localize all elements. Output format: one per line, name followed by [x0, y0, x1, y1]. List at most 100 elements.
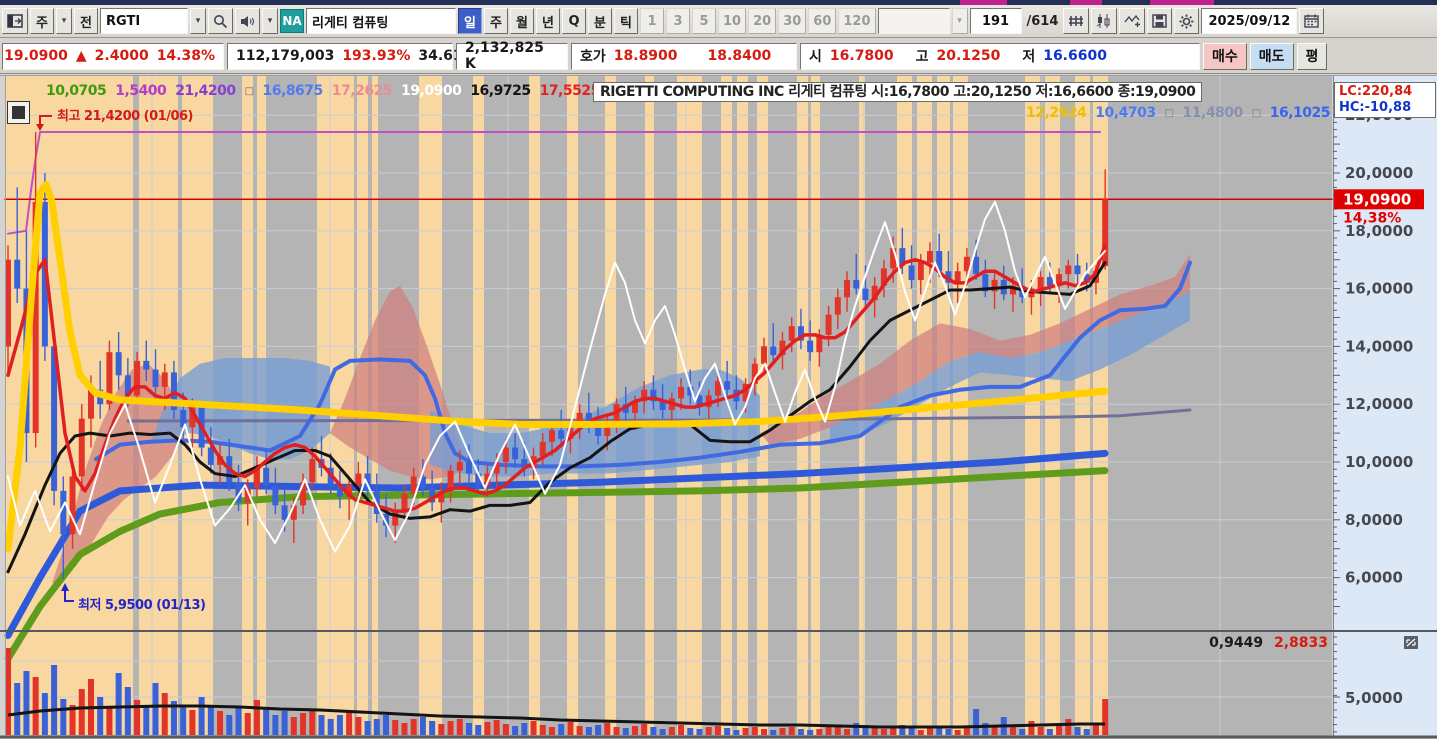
stock-name-field: 리게티 컴퓨팅: [306, 8, 456, 34]
volume-bar: [429, 721, 436, 735]
minute-button-30[interactable]: 30: [778, 8, 807, 34]
axis-price-label: 12,0000: [1345, 395, 1413, 413]
volume-bar: [641, 724, 648, 735]
volume-bar: [567, 722, 574, 735]
custom-period-field[interactable]: [877, 8, 950, 34]
volume-bar: [373, 719, 380, 735]
volume-bar: [392, 720, 399, 735]
candle-body: [134, 360, 141, 396]
chart-area[interactable]: 22,000020,000018,000016,000014,000012,00…: [0, 75, 1437, 739]
period-type-button-분[interactable]: 분: [588, 8, 612, 34]
settings-button[interactable]: [1174, 8, 1200, 34]
grid-settings-button[interactable]: [7, 101, 30, 124]
timeframe-button-일[interactable]: 일: [458, 8, 482, 34]
buy-button[interactable]: 매수: [1203, 42, 1247, 70]
legend-value: 16,8675: [262, 83, 324, 99]
sell-button[interactable]: 매도: [1249, 42, 1294, 70]
volume-bar: [659, 729, 666, 735]
volume-bar: [724, 728, 731, 735]
candle-body: [466, 462, 472, 474]
candle-tool-button[interactable]: [1091, 8, 1118, 34]
volume-value: 112,179,003: [236, 48, 335, 64]
minute-button-20[interactable]: 20: [748, 8, 777, 34]
volume-axis-label: 5,0000: [1345, 689, 1403, 707]
sound-button[interactable]: [235, 8, 260, 34]
volume-bar: [807, 730, 814, 735]
sound-dropdown[interactable]: ▾: [262, 8, 278, 34]
amount-value: 2,132,825 K: [465, 40, 544, 72]
candle-body: [401, 493, 408, 512]
volume-bar: [927, 728, 933, 735]
candle-body: [973, 256, 980, 275]
candle-body: [678, 386, 685, 399]
volume-bar: [189, 710, 196, 735]
minute-button-3[interactable]: 3: [666, 8, 690, 34]
symbol-dropdown[interactable]: ▾: [190, 8, 206, 34]
volume-bar: [97, 697, 104, 735]
volume-bar: [346, 711, 353, 735]
minute-button-120[interactable]: 120: [838, 8, 876, 34]
session-stripe: [1045, 75, 1060, 735]
candle-body: [844, 279, 851, 298]
minute-button-10[interactable]: 10: [718, 8, 747, 34]
minute-button-60[interactable]: 60: [808, 8, 837, 34]
minute-button-1[interactable]: 1: [640, 8, 664, 34]
date-input[interactable]: 2025/09/12: [1201, 8, 1298, 34]
timeframe-button-주[interactable]: 주: [484, 8, 508, 34]
quick-period-dropdown[interactable]: ▾: [56, 8, 72, 34]
lowest-annotation: 최저 5,9500 (01/13): [78, 598, 206, 613]
speaker-icon: [240, 15, 255, 28]
volume-bar: [60, 699, 67, 735]
indicator-tool-button[interactable]: [1063, 8, 1090, 34]
volume-bar: [945, 729, 952, 735]
jeon-button[interactable]: 전: [74, 8, 98, 34]
bar-count-input[interactable]: 191: [969, 8, 1022, 34]
hoga-label: 호가: [580, 49, 606, 65]
legend-row-2: 12,2924 10,4703 □ 11,4800 □ 16,1025: [1026, 105, 1330, 121]
trendline-tool-button[interactable]: [1119, 8, 1146, 34]
minute-tick-group: 분틱: [588, 8, 638, 34]
volume-bar: [244, 713, 251, 735]
volume-field: 112,179,003 193.93% 34.61%: [227, 42, 477, 70]
minute-button-5[interactable]: 5: [692, 8, 716, 34]
volume-bar: [1046, 729, 1053, 735]
avg-button[interactable]: 평: [1296, 42, 1328, 70]
axis-price-label: 8,0000: [1345, 511, 1403, 529]
volume-bar: [512, 726, 519, 735]
legend-value: 10,0705: [46, 83, 107, 99]
session-stripe: [529, 75, 540, 735]
volume-bar: [908, 728, 915, 735]
timeframe-button-년[interactable]: 년: [536, 8, 560, 34]
candle-body: [548, 430, 555, 442]
quick-period-button[interactable]: 주: [30, 8, 54, 34]
period-type-button-틱[interactable]: 틱: [614, 8, 638, 34]
volume-bar: [484, 722, 491, 735]
symbol-input[interactable]: RGTI: [100, 8, 188, 34]
custom-period-dropdown[interactable]: ▾: [951, 8, 968, 34]
low-label: 저: [1022, 49, 1036, 65]
timeframe-button-월[interactable]: 월: [510, 8, 534, 34]
legend-value: □: [1251, 107, 1261, 119]
calendar-button[interactable]: [1299, 8, 1325, 34]
volume-bar: [816, 729, 823, 735]
volume-bar: [548, 727, 555, 735]
volume-bar: [475, 725, 482, 735]
volume-bar: [1028, 721, 1035, 735]
chart-title-box: RIGETTI COMPUTING INC 리게티 컴퓨팅 시:16,7800 …: [593, 82, 1203, 102]
candle-body: [834, 297, 841, 315]
volume-bar: [530, 721, 537, 735]
volume-bar: [235, 707, 242, 735]
volume-bar: [853, 723, 860, 735]
volume-bar: [309, 709, 316, 735]
search-button[interactable]: [208, 8, 233, 34]
save-button[interactable]: [1147, 8, 1173, 34]
high-value: 20.1250: [936, 48, 1001, 64]
legend-value: 11,4800: [1182, 105, 1244, 121]
minute-values-group: 1 3 5 10 20 30 60 120: [640, 8, 876, 34]
candle-body: [917, 262, 924, 280]
timeframe-button-Q[interactable]: Q: [562, 8, 586, 34]
panel-toggle-button[interactable]: [2, 8, 28, 34]
candle-body: [1074, 265, 1081, 275]
volume-bar: [558, 724, 565, 735]
amount-field: 2,132,825 K: [456, 40, 568, 72]
